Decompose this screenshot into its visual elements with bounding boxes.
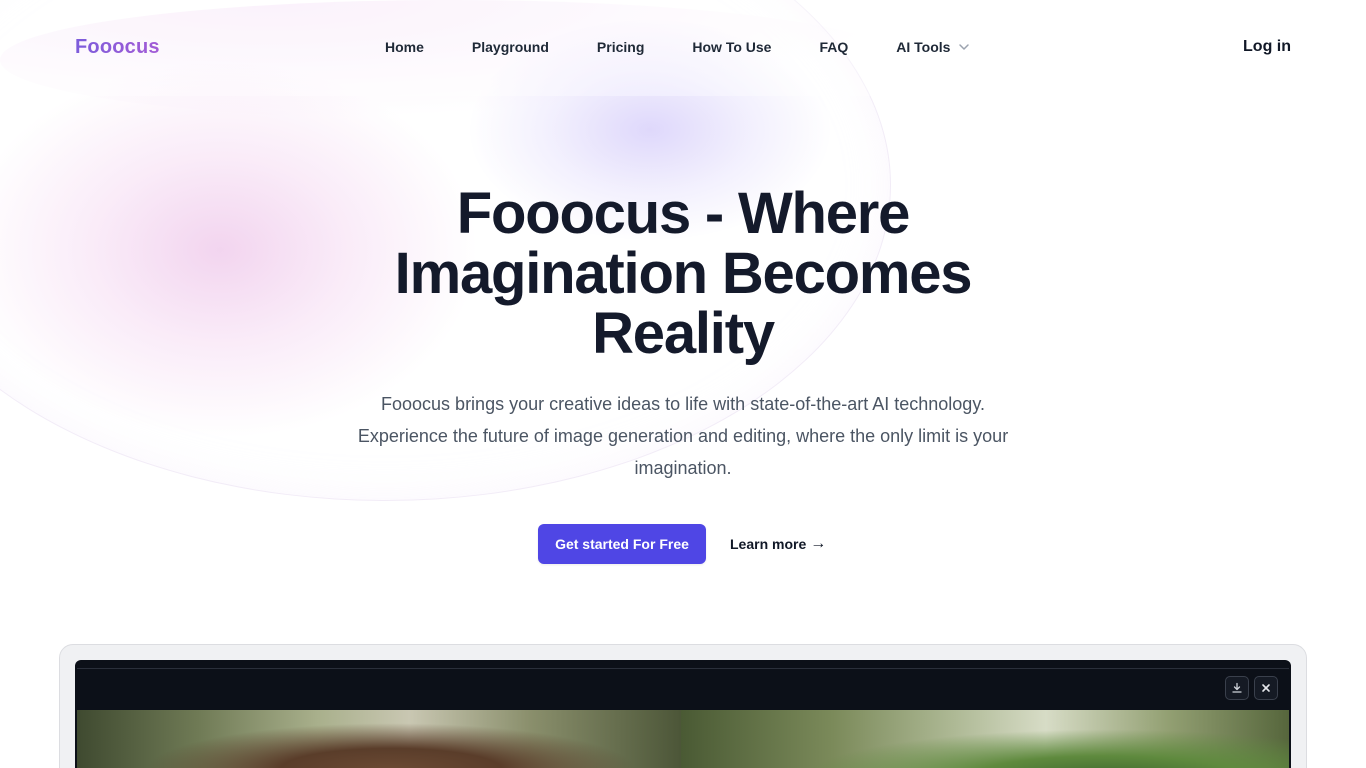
- nav-faq[interactable]: FAQ: [819, 39, 848, 55]
- main-nav: Home Playground Pricing How To Use FAQ A…: [385, 39, 970, 55]
- site-header: Fooocus Home Playground Pricing How To U…: [0, 0, 1366, 96]
- nav-playground[interactable]: Playground: [472, 39, 549, 55]
- nav-home[interactable]: Home: [385, 39, 424, 55]
- arrow-right-icon: →: [810, 535, 827, 552]
- hero-title: Fooocus - Where Imagination Becomes Real…: [394, 181, 973, 366]
- hero-description: Fooocus brings your creative ideas to li…: [357, 394, 1009, 478]
- preview-toolbar: [77, 668, 1289, 710]
- nav-ai-tools-dropdown[interactable]: AI Tools: [896, 39, 970, 55]
- learn-more-link[interactable]: Learn more →: [730, 535, 826, 553]
- logo[interactable]: Fooocus: [75, 36, 160, 59]
- close-icon[interactable]: [1254, 676, 1278, 700]
- nav-pricing[interactable]: Pricing: [597, 39, 644, 55]
- learn-more-label: Learn more: [730, 536, 807, 552]
- preview-image-original: [77, 710, 681, 768]
- chevron-down-icon: [959, 44, 970, 50]
- nav-how-to-use[interactable]: How To Use: [692, 39, 771, 55]
- download-icon[interactable]: [1225, 676, 1249, 700]
- hero-cta-row: Get started For Free Learn more →: [538, 524, 826, 564]
- nav-ai-tools-label: AI Tools: [896, 39, 951, 55]
- preview-image-edited: [681, 710, 1289, 768]
- preview-screen: [75, 660, 1291, 768]
- landing-page: Fooocus Home Playground Pricing How To U…: [0, 0, 1366, 768]
- get-started-button[interactable]: Get started For Free: [538, 524, 706, 564]
- login-link[interactable]: Log in: [1243, 38, 1291, 56]
